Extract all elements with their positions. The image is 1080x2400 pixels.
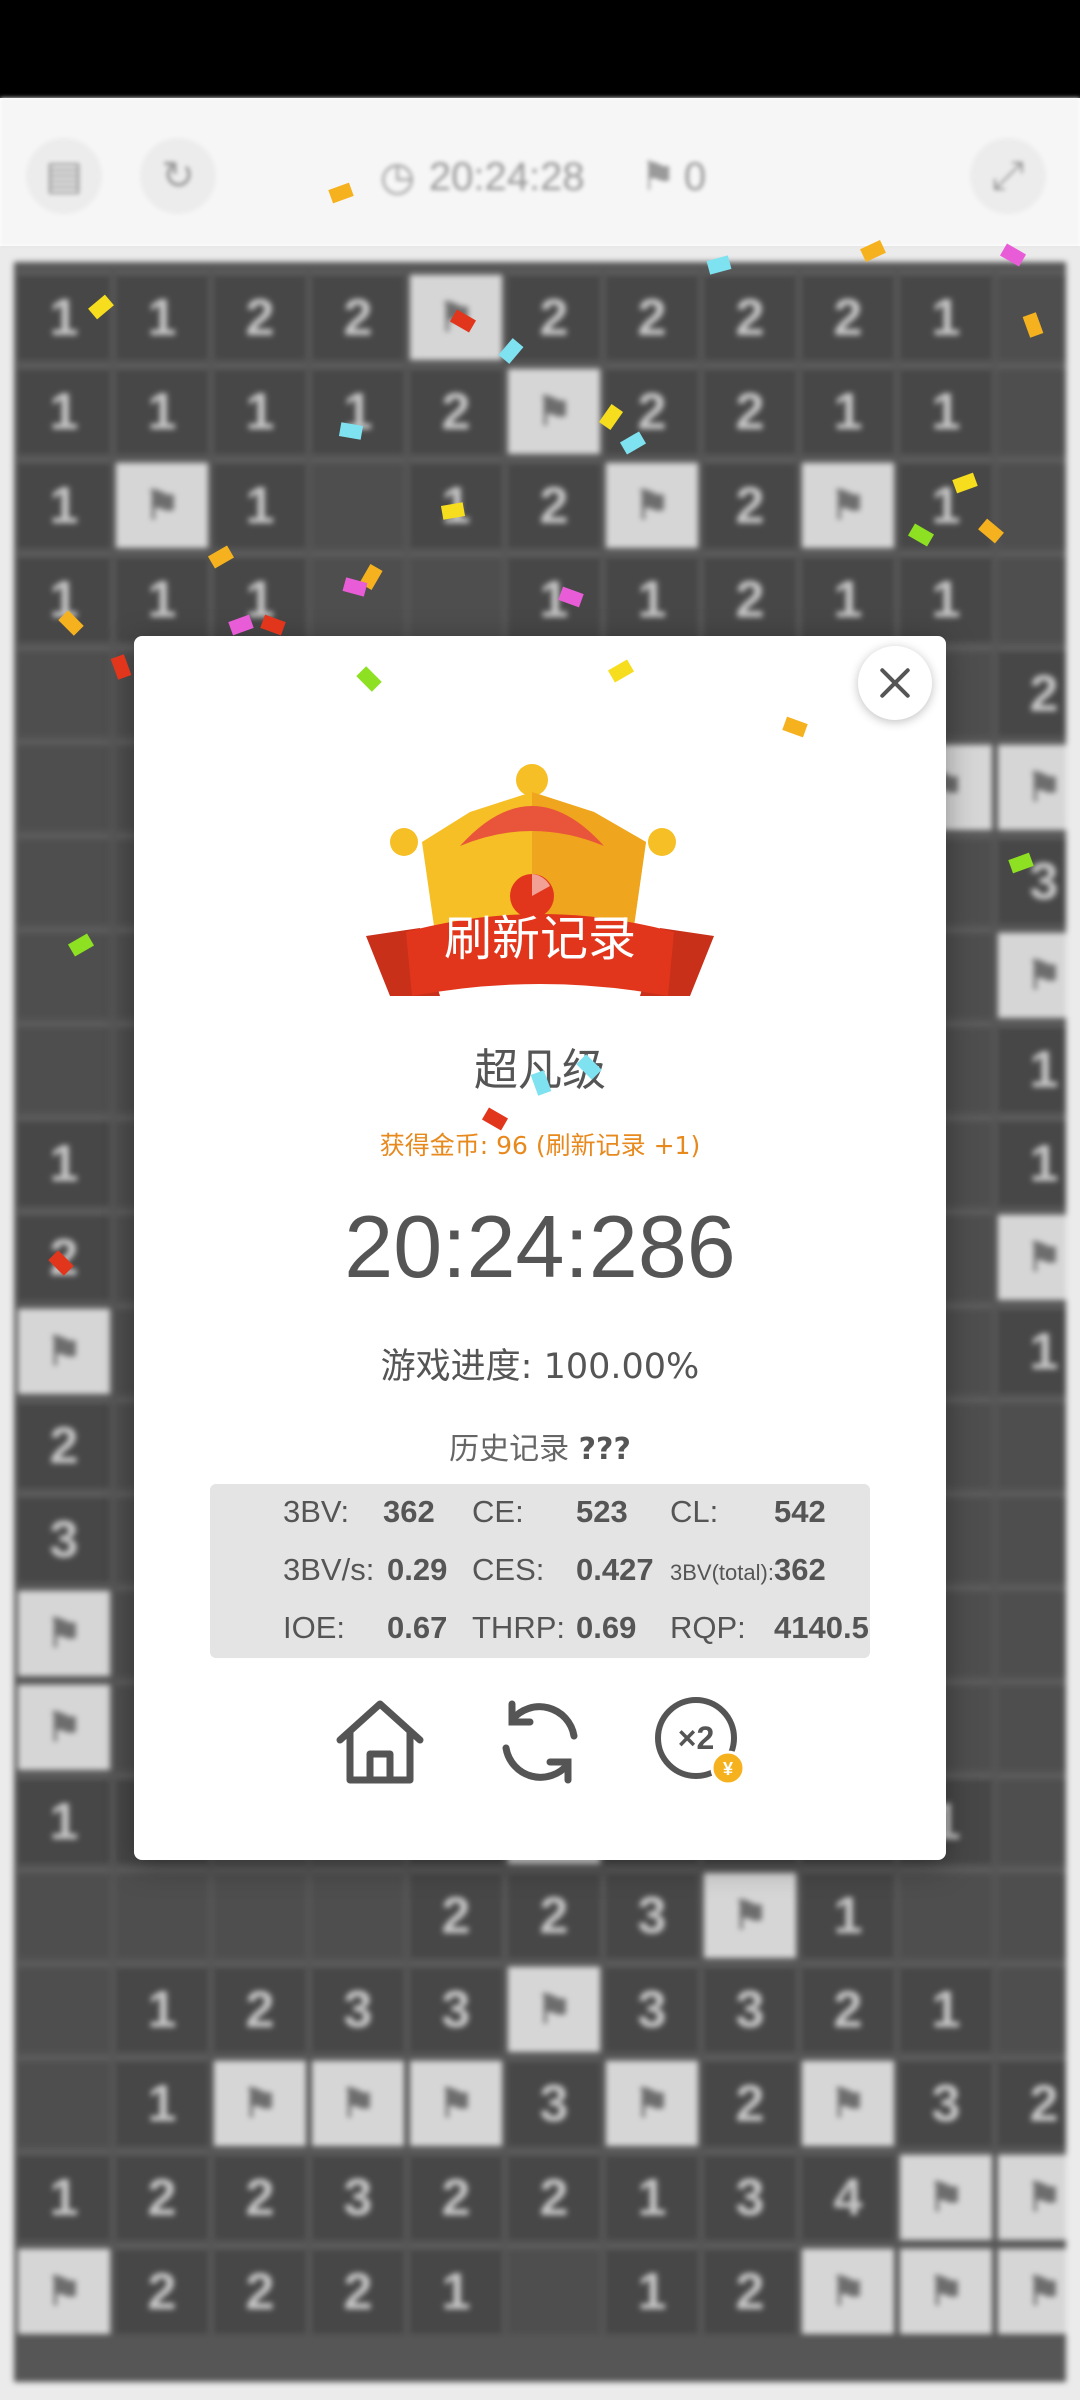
record-dialog: 刷新记录 超凡级 获得金币: 96 (刷新记录 +1) 20:24:286 游戏… [134,636,946,1860]
stat-ioe: IOE: 0.67 [283,1610,448,1645]
double-label: ×2 [678,1720,714,1756]
stats-panel: 3BV: 362 CE: 523 CL: 542 3BV/s: 0.29 CES… [210,1484,870,1658]
dialog-actions: ×2 ¥ [134,1692,946,1792]
menu-icon[interactable]: ▤ [26,138,102,214]
double-coins-icon: ×2 ¥ [655,1697,746,1786]
home-icon [336,1700,424,1784]
stat-ces: CES: 0.427 [472,1552,654,1587]
close-button[interactable] [858,646,932,720]
expand-icon[interactable]: ⤢ [970,138,1046,214]
home-button[interactable] [330,1692,430,1792]
history-record: 历史记录 ??? [134,1424,946,1468]
flag-count: 0 [683,154,707,199]
flag-counter: ⚑ 0 [640,142,706,212]
stat-3bv-total: 3BV(total): 362 [670,1552,826,1587]
history-label: 历史记录 [449,1432,570,1467]
game-timer: ◷ 20:24:28 [380,142,585,212]
clock-icon: ◷ [380,155,415,199]
replay-button[interactable] [490,1692,590,1792]
game-time: 20:24:286 [344,1197,736,1296]
stat-thrp: THRP: 0.69 [472,1610,637,1645]
stat-rqp: RQP: 4140.5 [670,1610,869,1645]
history-value: ??? [578,1432,631,1467]
status-bar [0,0,1080,98]
game-progress: 游戏进度: 100.00% [380,1347,700,1387]
record-banner-text: 刷新记录 [443,911,636,967]
timer-value: 20:24:28 [428,154,585,199]
coin-symbol: ¥ [723,1759,733,1779]
coins-earned: 获得金币: 96 (刷新记录 +1) [379,1131,701,1160]
game-toolbar: ▤ ↻ ◷ 20:24:28 ⚑ 0 ⤢ [0,98,1080,246]
stat-ce: CE: 523 [472,1494,628,1529]
refresh-icon [502,1700,578,1784]
stat-3bv-per-sec: 3BV/s: 0.29 [283,1552,448,1587]
restart-icon[interactable]: ↻ [140,138,216,214]
double-coins-button[interactable]: ×2 ¥ [650,1692,750,1792]
stat-3bv: 3BV: 362 [283,1494,435,1529]
stat-cl: CL: 542 [670,1494,826,1529]
flag-icon: ⚑ [640,155,676,199]
